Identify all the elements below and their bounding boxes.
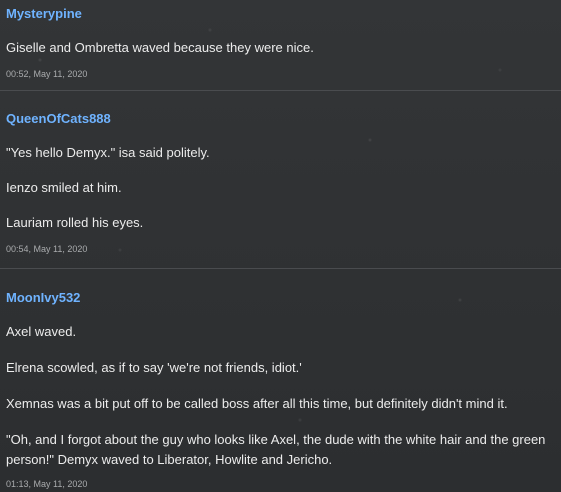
comment-body: "Yes hello Demyx." isa said politely. Ie…	[6, 143, 553, 233]
comment-line: Ienzo smiled at him.	[6, 180, 122, 195]
comment-line: Lauriam rolled his eyes.	[6, 215, 144, 230]
comment-post: QueenOfCats888 "Yes hello Demyx." isa sa…	[0, 90, 561, 268]
comment-author-link[interactable]: Mysterypine	[6, 6, 82, 22]
comment-body: Giselle and Ombretta waved because they …	[6, 38, 553, 58]
comment-line: "Oh, and I forgot about the guy who look…	[6, 432, 546, 467]
comment-author-link[interactable]: MoonIvy532	[6, 290, 80, 306]
comment-line: "Yes hello Demyx." isa said politely.	[6, 145, 210, 160]
comment-line: Giselle and Ombretta waved because they …	[6, 40, 314, 55]
comment-post: Mysterypine Giselle and Ombretta waved b…	[0, 0, 561, 90]
comment-timestamp: 01:13, May 11, 2020	[6, 479, 88, 489]
comment-line: Axel waved.	[6, 324, 77, 339]
comment-timestamp: 00:54, May 11, 2020	[6, 244, 88, 254]
comment-line: Xemnas was a bit put off to be called bo…	[6, 396, 508, 411]
comment-body: Axel waved. Elrena scowled, as if to say…	[6, 322, 553, 470]
comment-feed: Mysterypine Giselle and Ombretta waved b…	[0, 0, 561, 492]
comment-line: Elrena scowled, as if to say 'we're not …	[6, 360, 302, 375]
comment-timestamp: 00:52, May 11, 2020	[6, 69, 88, 79]
comment-author-link[interactable]: QueenOfCats888	[6, 111, 111, 127]
comment-post: MoonIvy532 Axel waved. Elrena scowled, a…	[0, 268, 561, 492]
